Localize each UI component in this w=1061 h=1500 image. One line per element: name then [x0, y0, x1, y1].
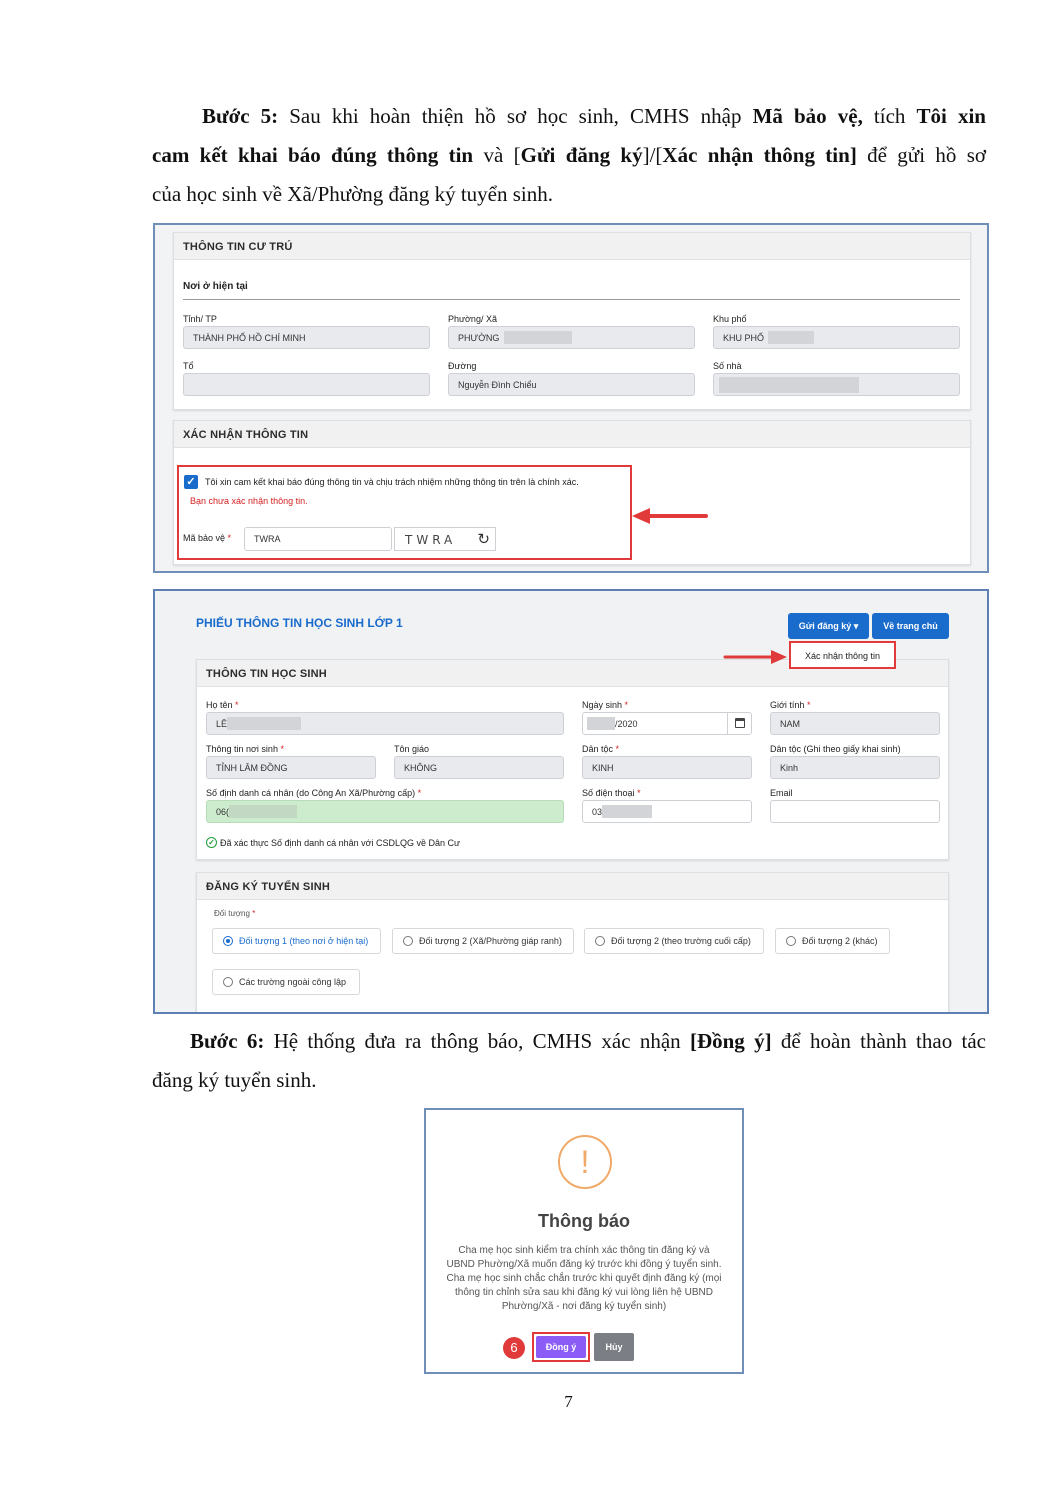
modal-title: Thông báo [538, 1211, 630, 1231]
step6-line2: đăng ký tuyển sinh. [152, 1068, 317, 1092]
modal-body: Cha mẹ học sinh kiểm tra chính xác thông… [446, 1245, 722, 1312]
arrow-left-icon [632, 508, 708, 524]
dropdown-item-confirm[interactable]: Xác nhận thông tin [791, 651, 894, 661]
notice-modal: ! Thông báo Cha mẹ học sinh kiểm tra chí… [424, 1108, 744, 1374]
ok-button[interactable]: Đồng ý [532, 1332, 590, 1362]
target-option-2-label: Đối tượng 2 (Xã/Phường giáp ranh) [419, 936, 562, 946]
ethnic-birthcert-label: Dân tộc (Ghi theo giấy khai sinh) [770, 744, 901, 754]
target-option-4-label: Đối tượng 2 (khác) [802, 936, 878, 946]
register-card-title: ĐĂNG KÝ TUYỂN SINH [197, 873, 948, 900]
radio-icon [403, 936, 413, 946]
step-badge: 6 [503, 1337, 525, 1359]
residence-subtitle: Nơi ở hiện tại [183, 281, 248, 292]
page-number: 7 [564, 1392, 573, 1411]
religion-field[interactable]: KHÔNG [394, 756, 564, 779]
residence-card: THÔNG TIN CƯ TRÚ Nơi ở hiện tại Tỉnh/ TP… [173, 232, 971, 410]
confirm-highlight-box [177, 465, 632, 560]
target-option-1[interactable]: Đối tượng 1 (theo nơi ở hiện tại) [212, 928, 381, 954]
name-redaction [227, 717, 301, 730]
province-field[interactable]: THÀNH PHỐ HỒ CHÍ MINH [183, 326, 430, 349]
warning-icon: ! [558, 1135, 612, 1189]
register-card: ĐĂNG KÝ TUYỂN SINH Đối tượng * Đối tượng… [196, 872, 949, 1012]
ward-redaction [504, 331, 572, 344]
house-label: Số nhà [713, 361, 742, 371]
target-option-3[interactable]: Đối tượng 2 (theo trường cuối cấp) [584, 928, 764, 954]
radio-icon [786, 936, 796, 946]
step6-paragraph: Bước 6: Hệ thống đưa ra thông báo, CMHS … [152, 1022, 986, 1100]
birthplace-field[interactable]: TỈNH LÂM ĐỒNG [206, 756, 376, 779]
cancel-button[interactable]: Hủy [594, 1333, 634, 1361]
step5-paragraph: Bước 5: Sau khi hoàn thiện hồ sơ học sin… [152, 97, 986, 214]
radio-icon [595, 936, 605, 946]
verified-check-icon: ✓ [206, 837, 217, 848]
verified-text: Đã xác thực Số định danh cá nhân với CSD… [220, 838, 461, 848]
screenshot-residence-confirm: THÔNG TIN CƯ TRÚ Nơi ở hiện tại Tỉnh/ TP… [153, 223, 989, 573]
home-button[interactable]: Về trang chủ [872, 613, 949, 639]
id-number-value: 06( [216, 807, 230, 817]
ethnic-label: Dân tộc * [582, 744, 620, 754]
group-label: Tổ [183, 361, 194, 371]
id-number-redaction [229, 805, 297, 818]
radio-icon [223, 977, 233, 987]
target-option-4[interactable]: Đối tượng 2 (khác) [775, 928, 890, 954]
name-value: LÊ [216, 719, 228, 729]
step6-line1: Bước 6: Hệ thống đưa ra thông báo, CMHS … [190, 1029, 986, 1053]
target-option-2[interactable]: Đối tượng 2 (Xã/Phường giáp ranh) [392, 928, 574, 954]
ward-value: PHƯỜNG [458, 333, 500, 343]
ward-label: Phường/ Xã [448, 314, 497, 324]
step5-line1: Bước 5: Sau khi hoàn thiện hồ sơ học sin… [202, 104, 986, 128]
target-option-3-label: Đối tượng 2 (theo trường cuối cấp) [611, 936, 751, 946]
arrow-right-icon [723, 650, 787, 664]
quarter-label: Khu phố [713, 314, 747, 324]
gender-field[interactable]: NAM [770, 712, 940, 735]
email-label: Email [770, 788, 793, 798]
ethnic-field[interactable]: KINH [582, 756, 752, 779]
quarter-value: KHU PHỐ [723, 333, 765, 343]
target-option-1-label: Đối tượng 1 (theo nơi ở hiện tại) [239, 936, 369, 946]
house-redaction [719, 377, 859, 393]
ok-button-inner: Đồng ý [536, 1336, 586, 1358]
dob-redaction [587, 717, 615, 730]
religion-label: Tôn giáo [394, 744, 430, 754]
step5-line3: của học sinh về Xã/Phường đăng ký tuyển … [152, 182, 554, 206]
residence-divider [183, 299, 960, 300]
dropdown-menu: Xác nhận thông tin [789, 641, 896, 669]
student-info-card: THÔNG TIN HỌC SINH Họ tên * LÊ Ngày sinh… [196, 659, 949, 860]
phone-redaction [602, 805, 652, 818]
calendar-icon[interactable] [727, 712, 752, 735]
name-label: Họ tên * [206, 700, 239, 710]
province-label: Tỉnh/ TP [183, 314, 217, 324]
target-label: Đối tượng * [214, 909, 256, 918]
dob-value: /2020 [615, 719, 638, 729]
birthplace-label: Thông tin nơi sinh * [206, 744, 284, 754]
target-option-5[interactable]: Các trường ngoài công lập [212, 969, 360, 995]
id-number-label: Số định danh cá nhân (do Công An Xã/Phườ… [206, 788, 422, 798]
ethnic-birthcert-field[interactable]: Kinh [770, 756, 940, 779]
group-field[interactable] [183, 373, 430, 396]
gender-label: Giới tính * [770, 700, 811, 710]
screenshot-student-form: PHIẾU THÔNG TIN HỌC SINH LỚP 1 Gửi đăng … [153, 589, 989, 1014]
form-title: PHIẾU THÔNG TIN HỌC SINH LỚP 1 [196, 616, 403, 630]
email-field[interactable] [770, 800, 940, 823]
quarter-redaction [768, 331, 814, 344]
step5-line2: cam kết khai báo đúng thông tin và [Gửi … [152, 143, 986, 167]
phone-label: Số điện thoại * [582, 788, 641, 798]
radio-selected-icon [223, 936, 233, 946]
street-field[interactable]: Nguyễn Đình Chiểu [448, 373, 695, 396]
residence-card-title: THÔNG TIN CƯ TRÚ [174, 233, 970, 260]
quarter-field[interactable]: KHU PHỐ [713, 326, 960, 349]
confirm-card-title: XÁC NHẬN THÔNG TIN [174, 421, 970, 448]
target-option-5-label: Các trường ngoài công lập [239, 977, 346, 987]
street-label: Đường [448, 361, 477, 371]
dob-label: Ngày sinh * [582, 700, 629, 710]
submit-dropdown-button[interactable]: Gửi đăng ký ▾ [788, 613, 869, 639]
